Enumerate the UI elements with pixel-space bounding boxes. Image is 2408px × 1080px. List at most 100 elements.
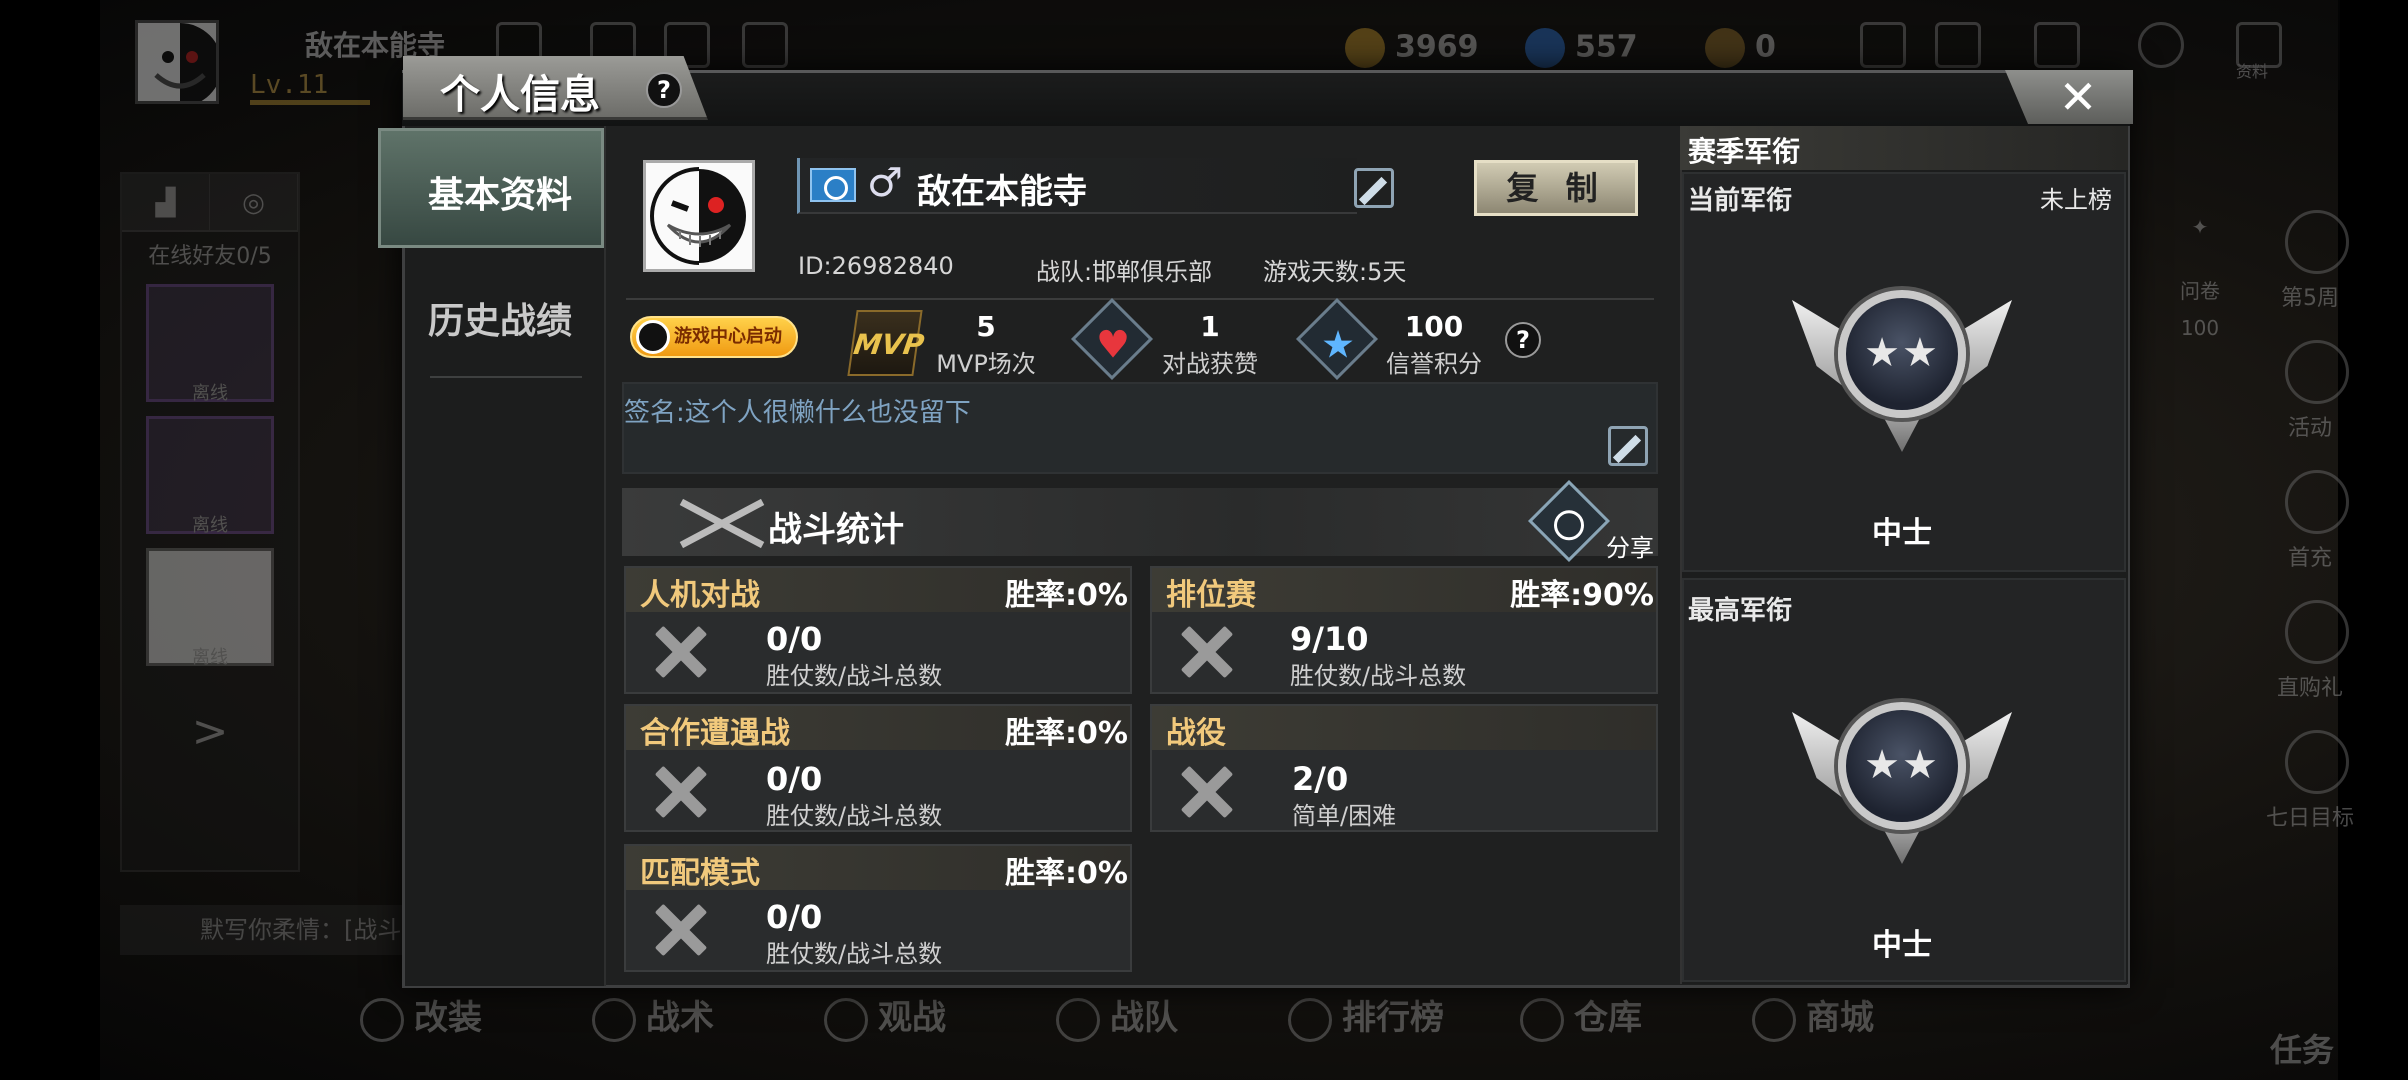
screen-edge-left xyxy=(0,0,100,1080)
edit-name-icon[interactable] xyxy=(1354,168,1394,208)
player-name: 敌在本能寺 xyxy=(917,172,1087,212)
menu-item-history[interactable]: 历史战绩 xyxy=(428,292,572,344)
mode-sub-label: 胜仗数/战斗总数 xyxy=(766,940,943,968)
first-charge-button[interactable]: 首充 xyxy=(2255,460,2365,590)
task-button[interactable]: 任务 xyxy=(2270,1025,2334,1071)
player-team: 战队:邯郸俱乐部 xyxy=(1036,258,1213,286)
diamond-icon xyxy=(1525,28,1565,68)
warehouse-icon xyxy=(1520,997,1564,1042)
crossed-swords-icon xyxy=(642,894,712,964)
current-rank-name: 中士 xyxy=(1872,516,1932,551)
mode-value: 9/10 xyxy=(1290,620,1369,658)
resource-label: 资料 xyxy=(2236,62,2269,81)
mode-value: 2/0 xyxy=(1292,760,1349,798)
crossed-swords-icon xyxy=(1168,756,1238,826)
friends-online-count: 在线好友0/5 xyxy=(148,244,272,269)
mode-name: 排位赛 xyxy=(1166,578,1256,613)
share-label[interactable]: 分享 xyxy=(1606,528,1654,563)
sergeant-badge-icon: ★★ xyxy=(1792,280,2012,452)
week-event-button[interactable]: 第5周 xyxy=(2255,200,2365,330)
mode-value: 0/0 xyxy=(766,760,823,798)
gold-counter: 3969 xyxy=(1345,28,1479,68)
profile-divider xyxy=(626,298,1654,300)
mode-name: 人机对战 xyxy=(640,578,760,613)
mode-win-rate: 胜率:90% xyxy=(1510,578,1654,613)
penguin-icon xyxy=(636,320,670,354)
highest-rank-name: 中士 xyxy=(1872,928,1932,963)
friend-card[interactable]: 离线 xyxy=(146,416,274,536)
seven-day-goal-button[interactable]: 七日目标 xyxy=(2255,720,2365,850)
mode-name: 合作遭遇战 xyxy=(640,716,790,751)
gear-icon[interactable] xyxy=(2138,22,2184,68)
diamond-counter: 557 xyxy=(1525,28,1638,68)
current-rank-label: 当前军衔 xyxy=(1688,186,1793,216)
mode-value: 0/0 xyxy=(766,898,823,936)
friends-tab-people[interactable]: ◎ xyxy=(210,174,298,230)
credit-help-icon[interactable]: ? xyxy=(1505,322,1541,358)
nav-team[interactable]: 战队 xyxy=(1056,990,1288,1042)
credit-label: 信誉积分 xyxy=(1386,350,1482,378)
gold-coin-icon xyxy=(1345,28,1385,68)
mail-icon[interactable] xyxy=(2034,22,2080,68)
questionnaire-icon: ✦ xyxy=(2191,215,2209,239)
modal-title: 个人信息 xyxy=(440,72,600,118)
season-rank-title: 赛季军衔 xyxy=(1688,135,1801,168)
left-menu xyxy=(405,126,605,986)
add-icon[interactable] xyxy=(1860,22,1906,68)
activity-button[interactable]: 活动 xyxy=(2255,330,2365,460)
questionnaire-button[interactable]: ✦ 问卷 100 xyxy=(2165,215,2235,340)
mode-win-rate: 胜率:0% xyxy=(1005,856,1128,891)
likes-count: 1 xyxy=(1200,310,1220,343)
player-level: Lv.11 xyxy=(250,70,329,100)
crossed-guns-icon xyxy=(676,490,766,554)
nav-modify[interactable]: 改装 xyxy=(360,990,592,1042)
copy-button[interactable]: 复 制 xyxy=(1474,160,1638,216)
grid-icon[interactable] xyxy=(742,22,788,68)
wrench-icon xyxy=(360,997,404,1042)
credit-score: 100 xyxy=(1404,310,1464,343)
crossed-swords-icon xyxy=(642,616,712,686)
crossed-swords-icon xyxy=(1168,616,1238,686)
right-activity-column: 第5周 活动 首充 直购礼 七日目标 xyxy=(2255,200,2365,850)
chat-bar[interactable]: 默写你柔情：[战斗 xyxy=(120,905,410,955)
profile-avatar[interactable] xyxy=(643,160,755,272)
friend-card[interactable]: 离线 xyxy=(146,548,274,668)
trophy-icon xyxy=(1288,997,1332,1042)
mode-name: 匹配模式 xyxy=(640,856,760,891)
highest-rank-label: 最高军衔 xyxy=(1688,596,1793,626)
qq-game-center-button[interactable]: 游戏中心启动 xyxy=(630,316,798,358)
help-icon[interactable]: ? xyxy=(646,72,682,108)
likes-label: 对战获赞 xyxy=(1162,350,1258,378)
menu-divider xyxy=(430,376,582,378)
nav-spectate[interactable]: 观战 xyxy=(824,990,1056,1042)
nav-leaderboard[interactable]: 排行榜 xyxy=(1288,990,1520,1042)
player-id: ID:26982840 xyxy=(798,252,954,280)
shop-icon xyxy=(1752,997,1796,1042)
friends-panel: ▟ ◎ 在线好友0/5 离线 离线 离线 > xyxy=(120,172,300,872)
direct-buy-button[interactable]: 直购礼 xyxy=(2255,590,2365,720)
ticket-icon xyxy=(1705,28,1745,68)
signature-text: 签名:这个人很懒什么也没留下 xyxy=(624,398,971,428)
combat-stats-title: 战斗统计 xyxy=(768,510,904,550)
mvp-icon: MVP xyxy=(847,310,926,376)
mode-sub-label: 简单/困难 xyxy=(1292,802,1397,830)
friend-card[interactable]: 离线 xyxy=(146,284,274,404)
friends-tab-stats[interactable]: ▟ xyxy=(122,174,210,230)
nav-tactics[interactable]: 战术 xyxy=(592,990,824,1042)
player-avatar-bg[interactable] xyxy=(135,20,219,104)
vertical-divider xyxy=(604,126,606,986)
nav-shop[interactable]: 商城 xyxy=(1752,990,1984,1042)
nav-warehouse[interactable]: 仓库 xyxy=(1520,990,1752,1042)
country-flag-icon xyxy=(810,168,856,202)
play-days: 游戏天数:5天 xyxy=(1263,258,1407,286)
current-rank-status: 未上榜 xyxy=(2040,186,2112,214)
level-progress-bar xyxy=(250,100,370,105)
mode-win-rate: 胜率:0% xyxy=(1005,716,1128,751)
edit-signature-icon[interactable] xyxy=(1608,426,1648,466)
friends-expand-icon[interactable]: > xyxy=(122,706,298,757)
friends-icon[interactable] xyxy=(1935,22,1981,68)
mode-sub-label: 胜仗数/战斗总数 xyxy=(766,802,943,830)
mode-sub-label: 胜仗数/战斗总数 xyxy=(1290,662,1467,690)
bottom-nav: 改装 战术 观战 战队 排行榜 仓库 商城 xyxy=(360,990,1984,1042)
mode-name: 战役 xyxy=(1166,716,1226,751)
